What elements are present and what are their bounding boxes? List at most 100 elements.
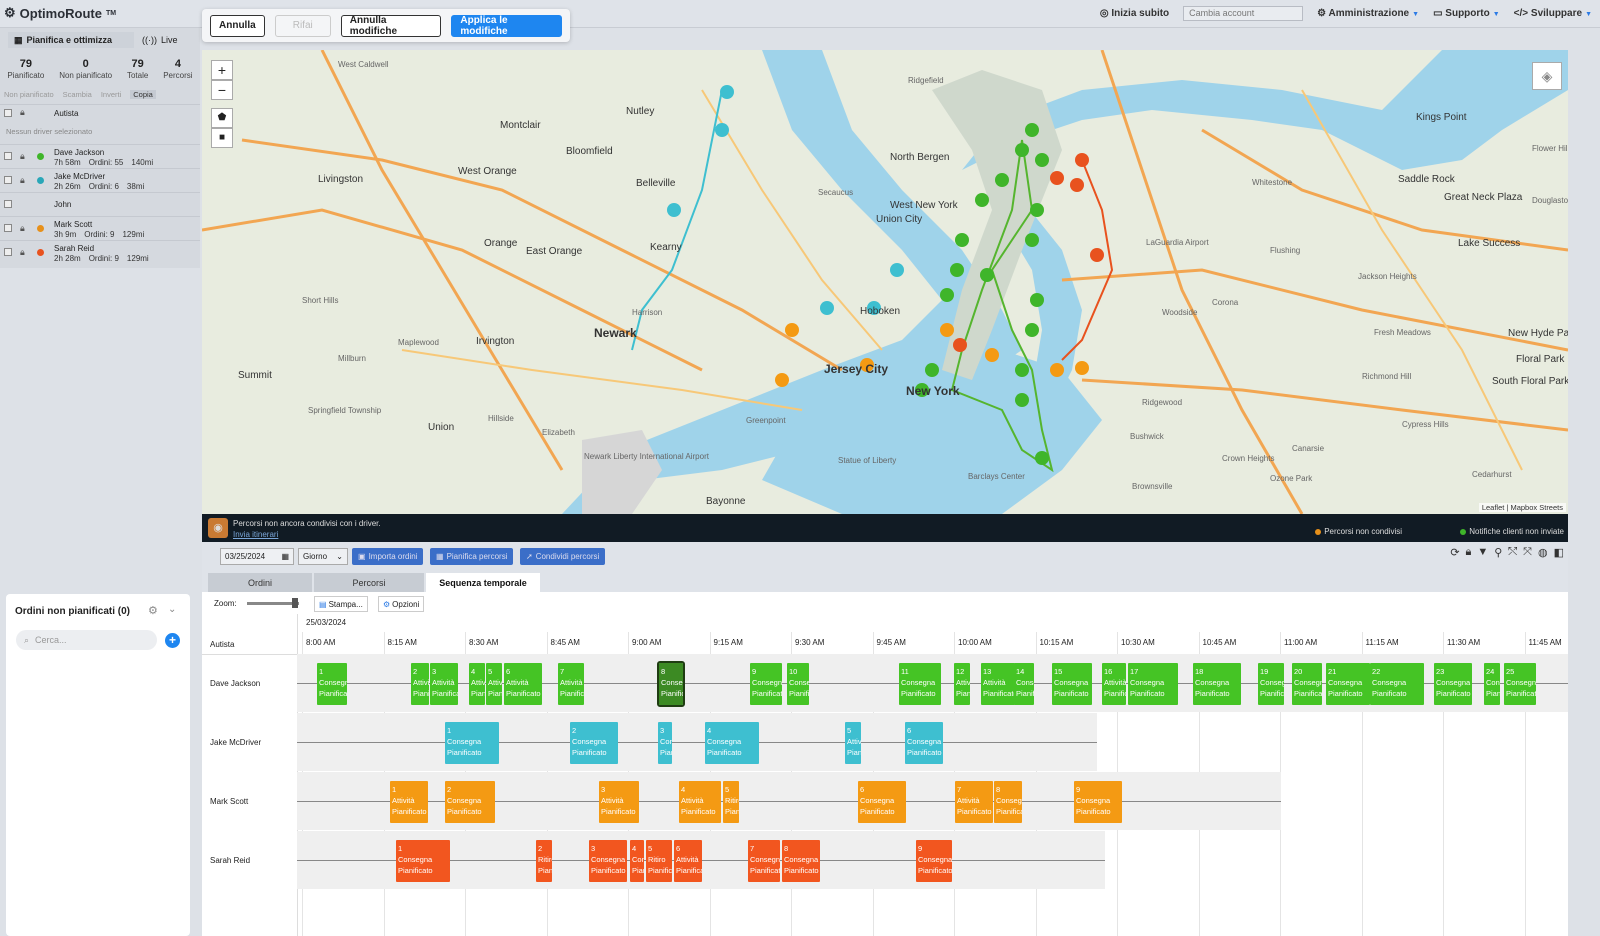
panel-toggle-icon[interactable]: ◧ <box>1554 546 1564 559</box>
timeline-order-block[interactable]: 6 Attività Pianificato <box>674 840 702 882</box>
print-button[interactable]: ▤ Stampa... <box>314 596 368 612</box>
zoom-slider-handle[interactable] <box>292 598 298 608</box>
select-all-checkbox[interactable] <box>4 109 12 117</box>
comment-icon[interactable]: ▼ <box>1477 546 1488 559</box>
timeline-order-block[interactable]: 2 Consegna Pianificato <box>570 722 618 764</box>
timeline-order-block[interactable]: 3 Consegna Pianificato <box>589 840 627 882</box>
driver-row[interactable]: 🔒︎ Dave Jackson 7h 58m Ordini: 55 140mi <box>0 144 200 168</box>
timeline-order-block[interactable]: 23 Consegna Pianificato <box>1434 663 1472 705</box>
view-select[interactable]: Giorno ⌄ <box>298 548 348 565</box>
globe-icon[interactable]: ◍ <box>1538 546 1548 559</box>
driver-checkbox[interactable] <box>4 248 12 256</box>
driver-row[interactable]: 🔒︎ Sarah Reid 2h 28m Ordini: 9 129mi <box>0 240 200 264</box>
timeline-order-block[interactable]: 15 Consegna Pianificato <box>1052 663 1092 705</box>
admin-menu[interactable]: ⚙ Amministrazione ▼ <box>1317 8 1419 19</box>
timeline-order-block[interactable]: 7 Consegna Pianificato <box>748 840 780 882</box>
timeline-order-block[interactable]: 22 Consegna Pianificato <box>1370 663 1424 705</box>
send-itineraries-link[interactable]: Invia itinerari <box>233 530 278 539</box>
driver-row[interactable]: 🔒︎ Mark Scott 3h 9m Ordini: 9 129mi <box>0 216 200 240</box>
lock-icon[interactable]: 🔒︎ <box>20 223 25 234</box>
timeline-order-block[interactable]: 1 Consegna Pianificato <box>445 722 499 764</box>
timeline-order-block[interactable]: 9 Consegna Pianificato <box>1074 781 1122 823</box>
route-icon[interactable]: ⤲ <box>1508 546 1517 559</box>
date-picker[interactable]: 03/25/2024 ▦ <box>220 548 294 565</box>
timeline-order-block[interactable]: 9 Consegna Pianificato <box>916 840 952 882</box>
timeline-order-block[interactable]: 5 Ritiro Pianificato <box>646 840 672 882</box>
timeline-order-block[interactable]: 5 Attività Pianificato <box>486 663 502 705</box>
driver-row[interactable]: 🔒︎ Jake McDriver 2h 26m Ordini: 6 38mi <box>0 168 200 192</box>
timeline-order-block[interactable]: 10 Consegna Pianificato <box>787 663 809 705</box>
unplanned-action[interactable]: Non pianificato <box>4 90 54 99</box>
lock-icon[interactable]: 🔒︎ <box>20 175 25 186</box>
apply-changes-button[interactable]: Applica le modifiche <box>451 14 563 37</box>
add-order-button[interactable]: + <box>165 633 180 648</box>
timeline-order-block[interactable]: 24 Consegna Pianificato <box>1484 663 1500 705</box>
split-icon[interactable]: ⤧ <box>1523 546 1532 559</box>
tab-live[interactable]: ((·)) Live <box>136 32 200 48</box>
timeline-order-block[interactable]: 11 Consegna Pianificato <box>899 663 941 705</box>
start-now-link[interactable]: ◎ Inizia subito <box>1100 8 1169 19</box>
plan-routes-button[interactable]: ▦ Pianifica percorsi <box>430 548 514 565</box>
timeline-order-block[interactable]: 19 Consegna Pianificato <box>1258 663 1284 705</box>
timeline-order-block[interactable]: 7 Attività Pianificato <box>558 663 584 705</box>
timeline-order-block[interactable]: 8 Consegna Pianificato <box>782 840 820 882</box>
timeline-order-block[interactable]: 1 Attività Pianificato <box>390 781 428 823</box>
map-view[interactable]: + − ⬟ ■ ◈ Leaflet | Mapbox Streets West … <box>202 50 1568 514</box>
swap-action[interactable]: Scambia <box>63 90 92 99</box>
timeline-order-block[interactable]: 4 Attività Pianificato <box>469 663 485 705</box>
lock-icon[interactable]: 🔒︎ <box>1466 546 1472 559</box>
driver-checkbox[interactable] <box>4 200 12 208</box>
timeline-order-block[interactable]: 2 Consegna Pianificato <box>445 781 495 823</box>
timeline-order-block[interactable]: 6 Consegna Pianificato <box>905 722 943 764</box>
options-button[interactable]: ⚙ Opzioni <box>378 596 425 612</box>
draw-rectangle-icon[interactable]: ■ <box>211 128 233 148</box>
timeline-order-block[interactable]: 13 Attività Pianificato <box>981 663 1015 705</box>
tab-plan-optimize[interactable]: ▦ Pianifica e ottimizza <box>8 32 134 48</box>
redo-button[interactable]: Rifai <box>274 14 331 37</box>
undo-button[interactable]: Annulla <box>210 14 265 37</box>
timeline-order-block[interactable]: 3 Consegna Pianificato <box>658 722 672 764</box>
timeline-order-block[interactable]: 1 Consegna Pianificato <box>396 840 450 882</box>
lock-icon[interactable]: 🔒︎ <box>20 151 25 162</box>
timeline-order-block[interactable]: 4 Consegna Pianificato <box>630 840 644 882</box>
map-attribution[interactable]: Leaflet | Mapbox Streets <box>1478 503 1566 512</box>
timeline-order-block[interactable]: 1 Consegna Pianificato <box>317 663 347 705</box>
timeline-order-block[interactable]: 5 Attività Pianificato <box>845 722 861 764</box>
timeline-order-block[interactable]: 14 Consegna Pianificato <box>1014 663 1034 705</box>
timeline-order-block[interactable]: 3 Attività Pianificato <box>599 781 639 823</box>
copy-button[interactable]: Copia <box>130 90 156 99</box>
search-input[interactable]: ⌕ Cerca... <box>16 630 157 650</box>
tab-timeline[interactable]: Sequenza temporale <box>426 573 540 592</box>
draw-polygon-icon[interactable]: ⬟ <box>211 108 233 128</box>
dev-menu[interactable]: </> Sviluppare ▼ <box>1514 8 1592 19</box>
timeline-order-block[interactable]: 6 Attività Pianificato <box>504 663 542 705</box>
timeline-order-block[interactable]: 5 Ritiro Pianificato <box>723 781 739 823</box>
tab-orders[interactable]: Ordini <box>208 573 312 592</box>
layers-icon[interactable]: ◈ <box>1532 62 1562 90</box>
import-orders-button[interactable]: ▣ Importa ordini <box>352 548 424 565</box>
support-menu[interactable]: ▭ Supporto ▼ <box>1433 8 1500 19</box>
cancel-changes-button[interactable]: Annulla modifiche <box>340 14 442 37</box>
timeline-order-block[interactable]: 18 Consegna Pianificato <box>1193 663 1241 705</box>
lock-icon[interactable]: 🔒︎ <box>20 107 25 118</box>
invert-action[interactable]: Inverti <box>101 90 121 99</box>
lock-icon[interactable]: 🔒︎ <box>20 247 25 258</box>
timeline-order-block[interactable]: 17 Consegna Pianificato <box>1128 663 1178 705</box>
timeline-order-block[interactable]: 8 Consegna Pianificato <box>657 661 685 707</box>
refresh-icon[interactable]: ⟳ <box>1450 546 1459 559</box>
timeline-order-block[interactable]: 3 Attività Pianificato <box>430 663 458 705</box>
pin-icon[interactable]: ⚲ <box>1494 546 1502 559</box>
app-logo[interactable]: ⚙ OptimoRoute TM <box>4 5 116 21</box>
timeline-order-block[interactable]: 9 Consegna Pianificato <box>750 663 782 705</box>
timeline-order-block[interactable]: 21 Consegna Pianificato <box>1326 663 1370 705</box>
gear-icon[interactable]: ⚙ <box>148 604 158 617</box>
zoom-in-button[interactable]: + <box>211 60 233 80</box>
timeline-order-block[interactable]: 7 Attività Pianificato <box>955 781 993 823</box>
timeline-order-block[interactable]: 25 Consegna Pianificato <box>1504 663 1536 705</box>
timeline-order-block[interactable]: 12 Attività Pianificato <box>954 663 970 705</box>
timeline-order-block[interactable]: 2 Ritiro Pianificato <box>536 840 552 882</box>
timeline-order-block[interactable]: 6 Consegna Pianificato <box>858 781 906 823</box>
timeline-order-block[interactable]: 4 Attività Pianificato <box>679 781 721 823</box>
driver-checkbox[interactable] <box>4 224 12 232</box>
driver-row[interactable]: John <box>0 192 200 216</box>
